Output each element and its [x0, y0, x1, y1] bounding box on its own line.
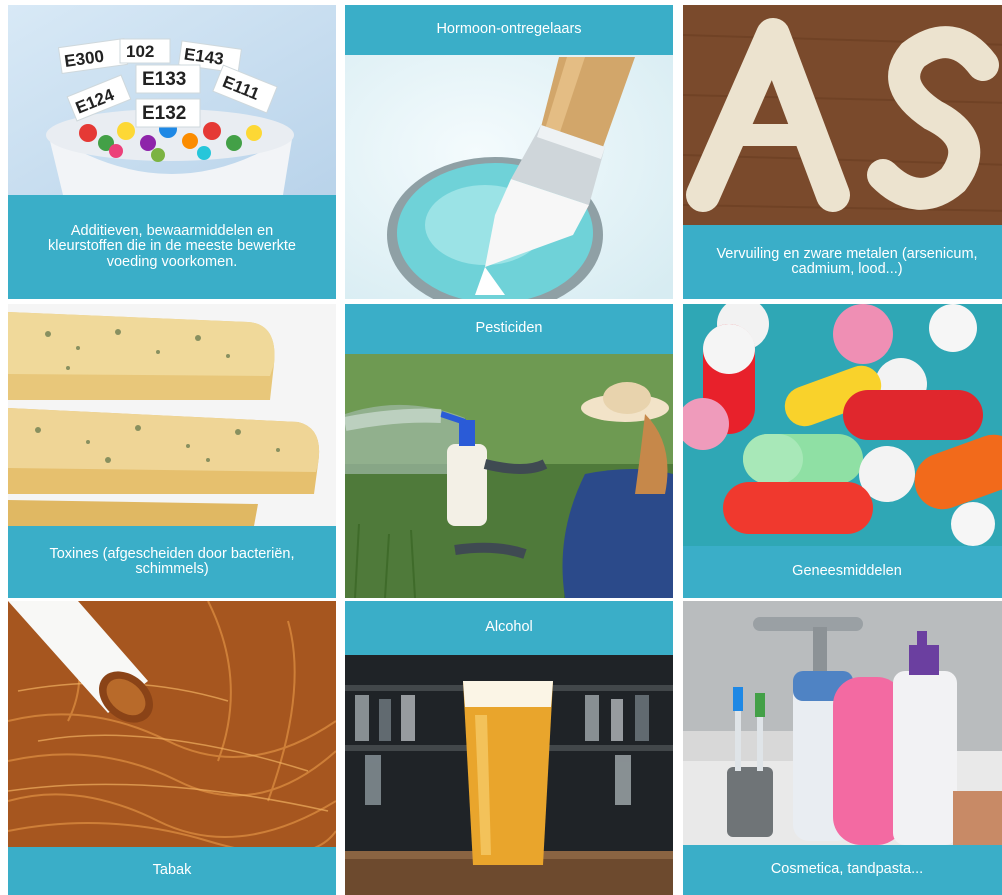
tile-tobacco: Tabak: [8, 601, 336, 895]
label-e133: E133: [142, 69, 186, 90]
tile-additives: E300 102 E143 E133 E124 E132 E111 Additi…: [8, 5, 336, 299]
beer-image: [345, 655, 673, 895]
rice-as-image: [683, 5, 1002, 225]
caption-cosmetics: Cosmetica, tandpasta...: [683, 845, 1002, 895]
caption-endocrine-disruptors: Hormoon-ontregelaars: [345, 5, 673, 55]
tile-pesticides: Pesticiden: [345, 304, 673, 598]
label-102: 102: [126, 42, 154, 61]
toxin-sources-grid: E300 102 E143 E133 E124 E132 E111 Additi…: [0, 0, 1002, 895]
tile-medicines: Geneesmiddelen: [683, 304, 1002, 598]
additives-image: E300 102 E143 E133 E124 E132 E111: [8, 5, 336, 195]
pills-image: [683, 304, 1002, 546]
tile-alcohol: Alcohol: [345, 601, 673, 895]
caption-additives: Additieven, bewaarmiddelen en kleurstoff…: [8, 195, 336, 299]
sprayer-image: [345, 354, 673, 598]
caption-toxins: Toxines (afgescheiden door bacteriën, sc…: [8, 526, 336, 598]
moldy-bread-image: [8, 304, 336, 526]
label-e132: E132: [142, 103, 186, 124]
tile-cosmetics: Cosmetica, tandpasta...: [683, 601, 1002, 895]
caption-alcohol: Alcohol: [345, 601, 673, 655]
caption-medicines: Geneesmiddelen: [683, 546, 1002, 598]
caption-pesticides: Pesticiden: [345, 304, 673, 354]
cosmetics-image: [683, 601, 1002, 845]
caption-heavy-metals: Vervuiling en zware metalen (arsenicum, …: [683, 225, 1002, 299]
tile-toxins: Toxines (afgescheiden door bacteriën, sc…: [8, 304, 336, 598]
tobacco-image: [8, 601, 336, 847]
paint-brush-image: [345, 55, 673, 299]
tile-endocrine-disruptors: Hormoon-ontregelaars: [345, 5, 673, 299]
tile-heavy-metals: Vervuiling en zware metalen (arsenicum, …: [683, 5, 1002, 299]
caption-tobacco: Tabak: [8, 847, 336, 895]
